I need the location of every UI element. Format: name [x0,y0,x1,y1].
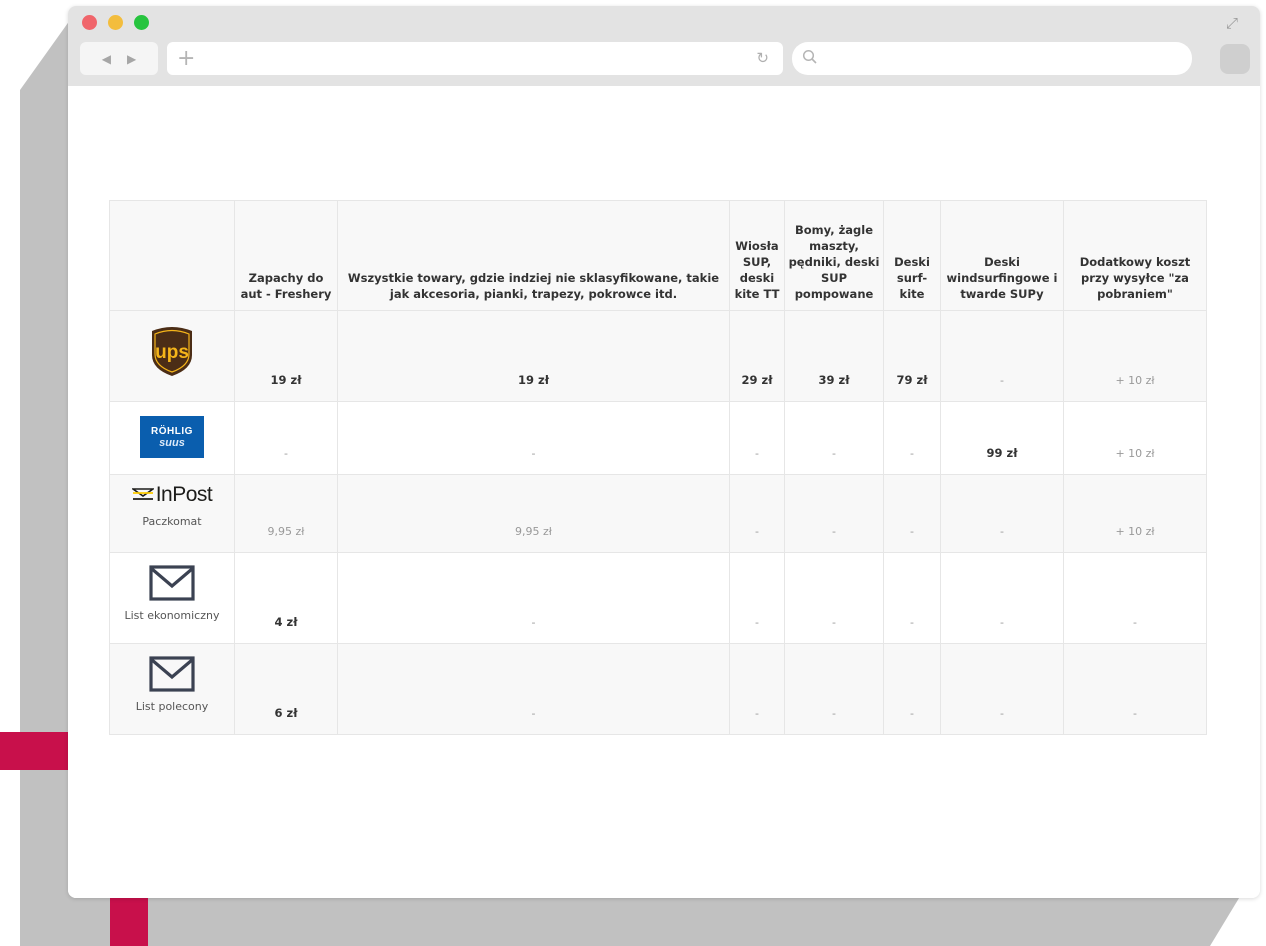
table-cell: 19 zł [337,310,730,402]
table-cell: - [1063,552,1207,644]
carrier-cell-rohlig: RÖHLIG suus [109,401,235,475]
table-cell: + 10 zł [1063,401,1207,475]
table-row: RÖHLIG suus - - - - - 99 zł + 10 zł [109,401,1207,475]
carrier-cell-economy-letter: List ekonomiczny [109,552,235,644]
table-cell: - [1063,643,1207,735]
table-cell: - [337,401,730,475]
table-cell: 39 zł [784,310,884,402]
browser-toolbar: ⤢ ◀ ▶ + ↻ [68,6,1260,86]
carrier-label: List ekonomiczny [124,609,220,622]
table-cell: - [940,310,1064,402]
search-bar[interactable] [792,42,1192,75]
profile-button[interactable] [1220,44,1250,74]
forward-arrow-icon[interactable]: ▶ [127,52,136,66]
table-cell: - [784,552,884,644]
back-arrow-icon[interactable]: ◀ [102,52,111,66]
inpost-logo-text: InPost [155,483,213,506]
table-cell: 4 zł [234,552,338,644]
table-cell: - [940,474,1064,553]
table-cell: - [729,643,785,735]
table-cell: 9,95 zł [234,474,338,553]
new-tab-plus-icon[interactable]: + [177,46,195,71]
address-bar[interactable]: + ↻ [167,42,783,75]
header-surf-kite: Deski surf-kite [883,200,941,311]
search-icon [802,49,817,64]
table-cell: - [883,401,941,475]
table-cell: - [883,643,941,735]
table-cell: 29 zł [729,310,785,402]
table-cell: 6 zł [234,643,338,735]
table-cell: + 10 zł [1063,474,1207,553]
inpost-envelope-icon [131,488,154,500]
header-fresheners: Zapachy do aut - Freshery [234,200,338,311]
header-sup-paddles: Wiosła SUP, deski kite TT [729,200,785,311]
close-window-button[interactable] [82,15,97,30]
table-cell: - [784,643,884,735]
carrier-cell-inpost: InPost Paczkomat [109,474,235,553]
table-row: ups 19 zł 19 zł 29 zł 39 zł 79 zł - + 10… [109,310,1207,402]
inpost-logo-icon: InPost [112,483,232,507]
rohlig-logo-line2: suus [159,436,185,449]
rohlig-suus-logo-icon: RÖHLIG suus [140,416,204,458]
table-cell: - [729,552,785,644]
page-content: Zapachy do aut - Freshery Wszystkie towa… [68,86,1260,898]
envelope-icon [149,565,195,601]
table-header-row: Zapachy do aut - Freshery Wszystkie towa… [109,200,1207,311]
table-cell: 9,95 zł [337,474,730,553]
carrier-label: Paczkomat [142,515,202,528]
shipping-price-table: Zapachy do aut - Freshery Wszystkie towa… [109,200,1207,735]
table-cell: - [337,552,730,644]
navigation-buttons: ◀ ▶ [80,42,158,75]
table-cell: - [784,474,884,553]
browser-window: ⤢ ◀ ▶ + ↻ Zapachy do aut - Freshery Wszy… [68,6,1260,898]
table-row: InPost Paczkomat 9,95 zł 9,95 zł - - - -… [109,474,1207,553]
table-cell: - [337,643,730,735]
carrier-cell-registered-letter: List polecony [109,643,235,735]
table-row: List polecony 6 zł - - - - - - [109,643,1207,735]
table-cell: - [883,552,941,644]
maximize-window-button[interactable] [134,15,149,30]
table-cell: - [940,643,1064,735]
fullscreen-expand-icon[interactable]: ⤢ [1226,14,1246,34]
carrier-label: List polecony [135,700,209,713]
table-cell: - [940,552,1064,644]
header-cod-extra-cost: Dodatkowy koszt przy wysyłce "za pobrani… [1063,200,1207,311]
rohlig-logo-line1: RÖHLIG [151,425,193,437]
table-cell: 79 zł [883,310,941,402]
table-cell: - [784,401,884,475]
header-carrier [109,200,235,311]
minimize-window-button[interactable] [108,15,123,30]
table-cell: 19 zł [234,310,338,402]
envelope-icon [149,656,195,692]
table-cell: - [729,474,785,553]
table-cell: + 10 zł [1063,310,1207,402]
header-windsurf-boards: Deski windsurfingowe i twarde SUPy [940,200,1064,311]
ups-logo-icon: ups [152,327,192,376]
table-cell: - [729,401,785,475]
table-cell: - [234,401,338,475]
table-cell: - [883,474,941,553]
table-row: List ekonomiczny 4 zł - - - - - - [109,552,1207,644]
ups-logo-text: ups [155,342,189,363]
carrier-cell-ups: ups [109,310,235,402]
table-cell: 99 zł [940,401,1064,475]
header-booms-sails: Bomy, żagle maszty, pędniki, deski SUP p… [784,200,884,311]
reload-icon[interactable]: ↻ [756,49,769,67]
header-other-goods: Wszystkie towary, gdzie indziej nie skla… [337,200,730,311]
